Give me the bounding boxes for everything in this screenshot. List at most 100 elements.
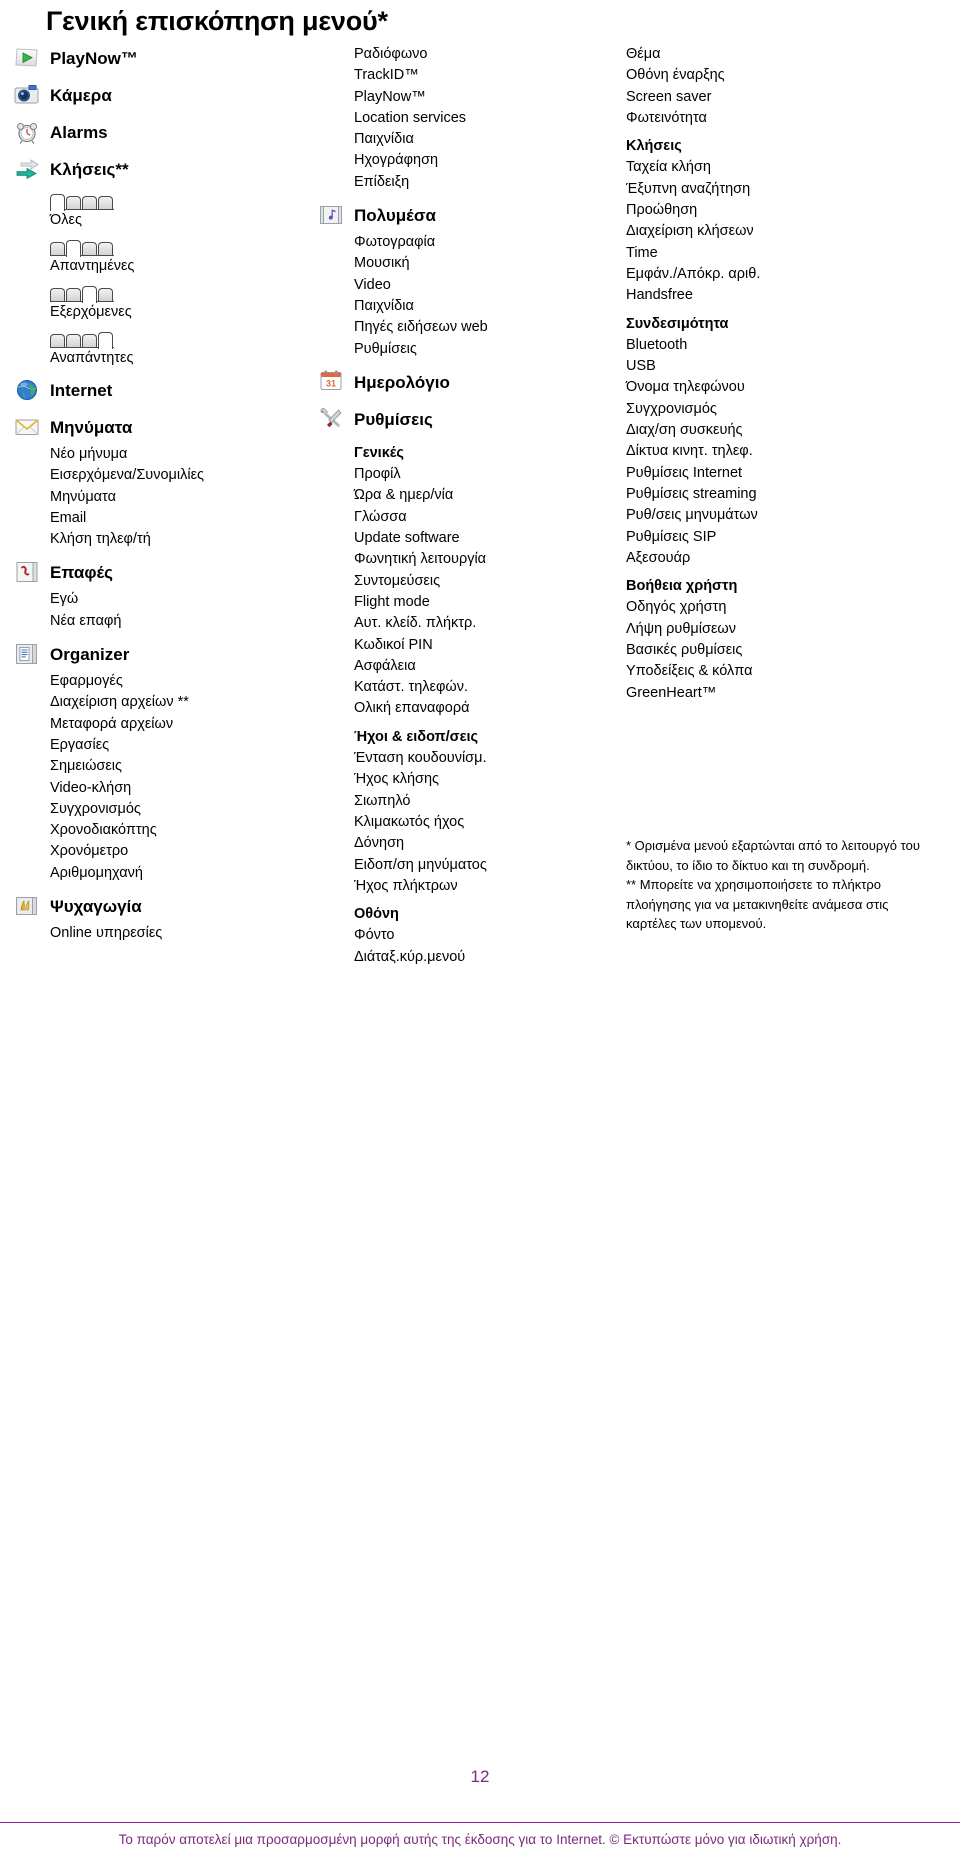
menu-item[interactable]: Online υπηρεσίες [14,923,314,944]
menu-item[interactable]: Μουσική [318,253,588,274]
menu-item[interactable]: Ώρα & ημερ/νία [318,485,588,506]
menu-item[interactable]: Ήχος πλήκτρων [318,876,588,897]
menu-item[interactable]: Αξεσουάρ [590,548,930,569]
menu-group[interactable]: PlayNow™ [14,44,314,73]
menu-item[interactable]: Αναπάντητες [14,348,314,368]
menu-group[interactable]: Internet [14,376,314,405]
menu-item[interactable]: Συγχρονισμός [590,399,930,420]
menu-item[interactable]: Ρυθμίσεις SIP [590,527,930,548]
menu-item[interactable]: Time [590,243,930,264]
menu-item[interactable]: Υποδείξεις & κόλπα [590,661,930,682]
menu-item[interactable]: Οδηγός χρήστη [590,597,930,618]
menu-group[interactable]: 31 Ημερολόγιο [318,368,588,397]
menu-item[interactable]: Λήψη ρυθμίσεων [590,619,930,640]
menu-item[interactable]: Όνομα τηλεφώνου [590,377,930,398]
menu-item[interactable]: Κατάστ. τηλεφών. [318,677,588,698]
menu-item[interactable]: Ένταση κουδουνίσμ. [318,748,588,769]
menu-group-label: Ψυχαγωγία [50,897,142,917]
menu-item[interactable]: Προώθηση [590,200,930,221]
menu-item[interactable]: Screen saver [590,87,930,108]
menu-item[interactable]: Απαντημένες [14,256,314,276]
menu-item[interactable]: Σημειώσεις [14,756,314,777]
menu-item[interactable]: Όλες [14,210,314,230]
menu-item[interactable]: Συγχρονισμός [14,799,314,820]
menu-item[interactable]: Αριθμομηχανή [14,863,314,884]
menu-item[interactable]: Οθόνη έναρξης [590,65,930,86]
menu-item[interactable]: Εμφάν./Απόκρ. αριθ. [590,264,930,285]
menu-item[interactable]: Φωνητική λειτουργία [318,549,588,570]
menu-item[interactable]: Ταχεία κλήση [590,157,930,178]
menu-item[interactable]: Ασφάλεια [318,656,588,677]
menu-item[interactable]: Παιχνίδια [318,296,588,317]
menu-group[interactable]: Organizer [14,640,314,669]
menu-item[interactable]: Χρονόμετρο [14,841,314,862]
menu-item[interactable]: Θέμα [590,44,930,65]
footnotes: * Ορισμένα μενού εξαρτώνται από το λειτο… [626,836,926,934]
menu-item[interactable]: Μεταφορά αρχείων [14,714,314,735]
menu-item[interactable]: Γλώσσα [318,507,588,528]
menu-item[interactable]: Ειδοπ/ση μηνύματος [318,855,588,876]
menu-item[interactable]: Εισερχόμενα/Συνομιλίες [14,465,314,486]
menu-item[interactable]: Update software [318,528,588,549]
menu-item[interactable]: Κλήση τηλεφ/τή [14,529,314,550]
menu-item[interactable]: Handsfree [590,285,930,306]
menu-item[interactable]: Video [318,275,588,296]
menu-item[interactable]: Ρυθμίσεις Internet [590,463,930,484]
menu-item[interactable]: Εφαρμογές [14,671,314,692]
menu-item[interactable]: Εργασίες [14,735,314,756]
menu-item[interactable]: Δίκτυα κινητ. τηλεφ. [590,441,930,462]
menu-group[interactable]: Alarms [14,118,314,147]
menu-item[interactable]: Κλιμακωτός ήχος [318,812,588,833]
menu-item[interactable]: Φωτεινότητα [590,108,930,129]
call-tab [82,242,97,255]
menu-item[interactable]: Συντομεύσεις [318,571,588,592]
menu-group[interactable]: Επαφές [14,558,314,587]
menu-item[interactable]: Διαχείριση κλήσεων [590,221,930,242]
menu-item[interactable]: Επίδειξη [318,172,588,193]
menu-item[interactable]: Ρυθμίσεις streaming [590,484,930,505]
menu-group[interactable]: Κλήσεις** [14,155,314,184]
menu-item[interactable]: Ήχος κλήσης [318,769,588,790]
menu-group[interactable]: Κάμερα [14,81,314,110]
menu-group[interactable]: Ρυθμίσεις [318,405,588,434]
menu-item[interactable]: Διαχείριση αρχείων ** [14,692,314,713]
menu-group-label: Κάμερα [50,86,112,105]
menu-item[interactable]: Bluetooth [590,335,930,356]
menu-item[interactable]: Έξυπνη αναζήτηση [590,179,930,200]
menu-item[interactable]: Ολική επαναφορά [318,698,588,719]
menu-item[interactable]: Διάταξ.κύρ.μενού [318,947,588,968]
menu-item[interactable]: Παιχνίδια [318,129,588,150]
menu-item[interactable]: Διαχ/ση συσκευής [590,420,930,441]
menu-group[interactable]: Ψυχαγωγία [14,892,314,921]
menu-item[interactable]: Δόνηση [318,833,588,854]
menu-item[interactable]: Ηχογράφηση [318,150,588,171]
menu-item[interactable]: Σιωπηλό [318,791,588,812]
menu-item[interactable]: Προφίλ [318,464,588,485]
menu-item[interactable]: Ρυθ/σεις μηνυμάτων [590,505,930,526]
menu-group[interactable]: Μηνύματα [14,413,314,442]
calls-arrows-icon [14,157,44,183]
menu-item[interactable]: Flight mode [318,592,588,613]
menu-item[interactable]: Video-κλήση [14,778,314,799]
menu-item[interactable]: Email [14,508,314,529]
menu-item[interactable]: Εξερχόμενες [14,302,314,322]
menu-item[interactable]: USB [590,356,930,377]
menu-item[interactable]: Φωτογραφία [318,232,588,253]
menu-item[interactable]: Βασικές ρυθμίσεις [590,640,930,661]
menu-item[interactable]: Μηνύματα [14,487,314,508]
menu-item[interactable]: Ραδιόφωνο [318,44,588,65]
menu-group[interactable]: Πολυμέσα [318,201,588,230]
menu-item[interactable]: Location services [318,108,588,129]
menu-item[interactable]: GreenHeart™ [590,683,930,704]
menu-item[interactable]: Αυτ. κλείδ. πλήκτρ. [318,613,588,634]
menu-item[interactable]: TrackID™ [318,65,588,86]
menu-item[interactable]: PlayNow™ [318,87,588,108]
menu-item[interactable]: Πηγές ειδήσεων web [318,317,588,338]
menu-item[interactable]: Κωδικοί PIN [318,635,588,656]
menu-item[interactable]: Ρυθμίσεις [318,339,588,360]
menu-item[interactable]: Νέο μήνυμα [14,444,314,465]
menu-item[interactable]: Νέα επαφή [14,611,314,632]
menu-item[interactable]: Χρονοδιακόπτης [14,820,314,841]
menu-item[interactable]: Εγώ [14,589,314,610]
menu-item[interactable]: Φόντο [318,925,588,946]
